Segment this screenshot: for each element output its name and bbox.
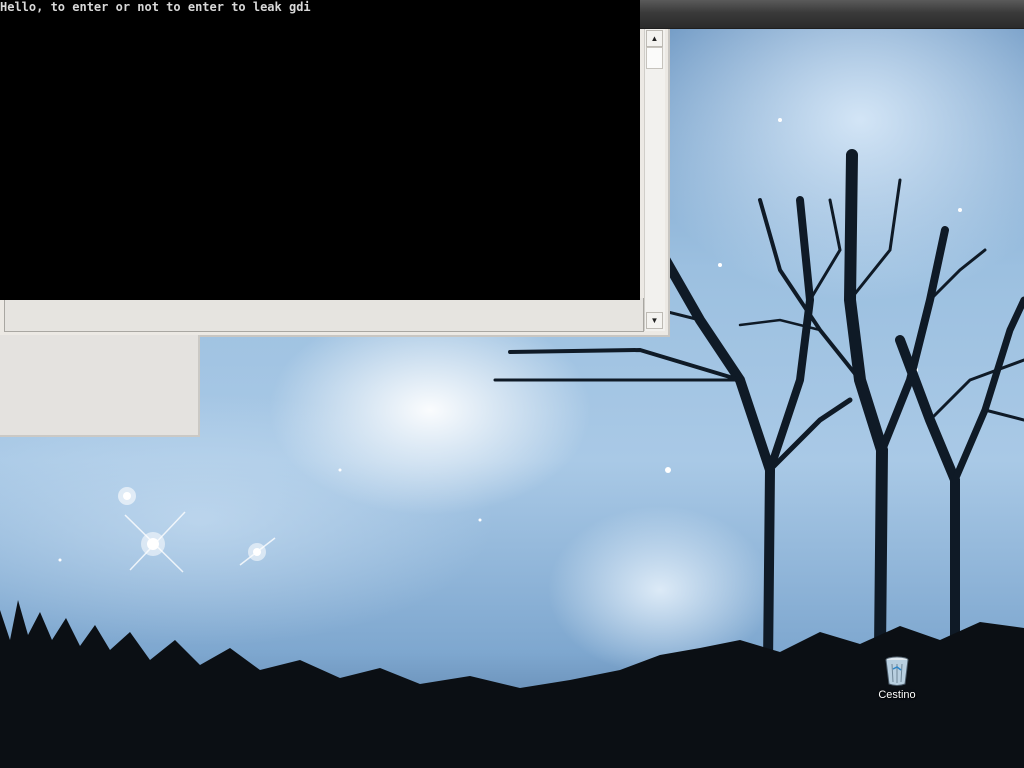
desktop-icon-label: Cestino (878, 689, 916, 701)
console-window[interactable]: Hello, to enter or not to enter to leak … (0, 0, 640, 300)
chevron-down-icon: ▼ (650, 316, 659, 325)
vertical-scrollbar[interactable]: ▲ ▼ (644, 28, 665, 331)
window-content-area (4, 298, 644, 332)
scroll-down-button[interactable]: ▼ (646, 312, 663, 329)
window-titlebar[interactable] (640, 0, 1024, 29)
recycle-bin-icon (885, 656, 909, 686)
console-output: Hello, to enter or not to enter to leak … (0, 0, 311, 14)
scroll-thumb[interactable] (646, 47, 663, 69)
desktop-icon-cestino[interactable]: Cestino (866, 655, 928, 701)
chevron-up-icon: ▲ (650, 34, 659, 43)
gray-panel (0, 335, 200, 437)
scroll-up-button[interactable]: ▲ (646, 30, 663, 47)
